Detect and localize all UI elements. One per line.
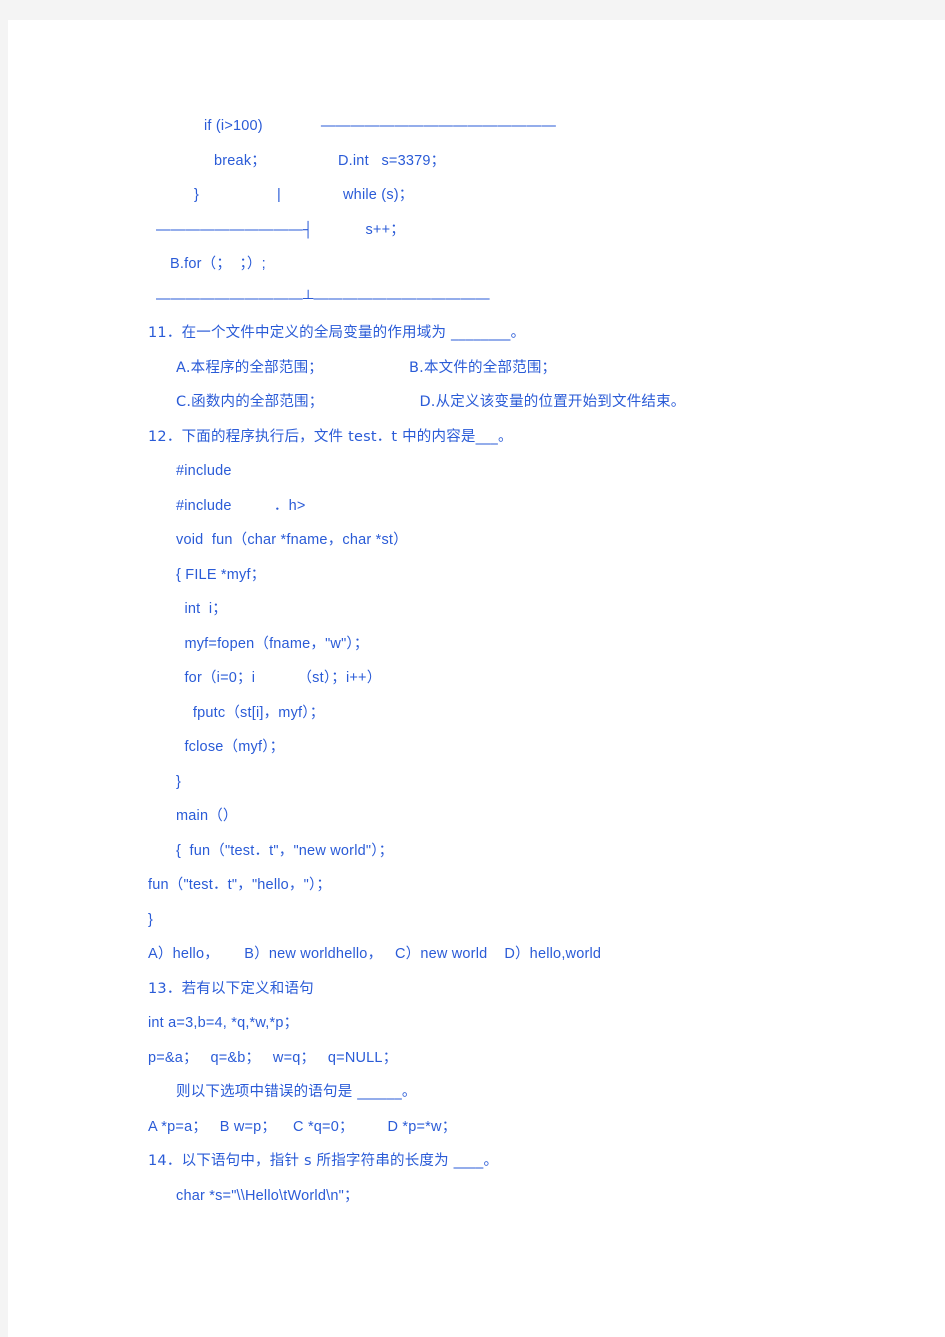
question-14-stem-line: 14．以下语句中，指针 s 所指字符串的长度为 ____。	[8, 1144, 945, 1179]
question-11-option-c[interactable]: C.函数内的全部范围；	[176, 394, 323, 410]
question-12-code-line-9: fclose（myf）；	[176, 739, 285, 755]
question-12-code-line-4: { FILE *myf；	[176, 566, 266, 583]
question-13: 13．若有以下定义和语句 int a=3,b=4, *q,*w,*p； p=&a…	[8, 972, 945, 1145]
fragment-rule-3: ——————————┴————————————	[156, 290, 490, 307]
question-14-stem: 以下语句中，指针 s 所指字符串的长度为 ____。	[181, 1153, 499, 1169]
question-11-options-row-1: A.本程序的全部范围； B.本文件的全部范围；	[8, 351, 945, 386]
fragment-close-brace: }	[194, 187, 200, 203]
fragment-increment-code: s++；	[365, 221, 405, 238]
fragment-line-rule-2: ——————————┤ s++；	[8, 213, 945, 248]
document-page: if (i>100) ———————————————— break； D.int s…	[8, 20, 945, 1337]
question-14: 14．以下语句中，指针 s 所指字符串的长度为 ____。 char *s="\…	[8, 1144, 945, 1213]
question-12: 12．下面的程序执行后，文件 test．t 中的内容是___。 #include…	[8, 420, 945, 972]
fragment-option-b-for: B.for（； ；）;	[170, 256, 266, 272]
question-12-stem-line: 12．下面的程序执行后，文件 test．t 中的内容是___。	[8, 420, 945, 455]
question-12-code-line-8: fputc（st[i]，myf）；	[176, 704, 325, 721]
question-11-stem: 在一个文件中定义的全局变量的作用域为 ________。	[181, 325, 526, 341]
question-12-stem: 下面的程序执行后，文件 test．t 中的内容是___。	[181, 428, 513, 445]
fragment-option-d-int: D.int s=3379；	[337, 152, 446, 169]
question-12-code-line-6: myf=fopen（fname，"w"）；	[176, 635, 369, 652]
question-12-code-line-13: fun（"test．t"，"hello，"）；	[148, 877, 332, 893]
question-11-option-d[interactable]: D.从定义该变量的位置开始到文件结束。	[419, 394, 685, 410]
question-11-options-row-2: C.函数内的全部范围； D.从定义该变量的位置开始到文件结束。	[8, 385, 945, 420]
question-12-options-line[interactable]: A）hello， B）new worldhello， C）new world D…	[8, 937, 945, 972]
code-fragment-block: if (i>100) ———————————————— break； D.int s…	[8, 109, 945, 316]
question-12-code-line-1: #include	[176, 463, 232, 479]
fragment-while-code: while (s)；	[343, 187, 414, 203]
question-14-code-line: char *s="\\Hello\tWorld\n"；	[176, 1187, 359, 1204]
fragment-line-if: if (i>100) ————————————————	[8, 109, 945, 144]
fragment-line-brace: } | while (s)；	[8, 178, 945, 213]
fragment-rule-1: ————————————————	[320, 118, 557, 134]
question-12-code-line-7: for（i=0；i （st）；i++）	[176, 670, 382, 686]
question-12-code-line-14: }	[148, 911, 154, 928]
question-12-number: 12．	[148, 428, 182, 445]
question-11-option-a[interactable]: A.本程序的全部范围；	[176, 360, 323, 376]
document-body: if (i>100) ———————————————— break； D.int s…	[8, 20, 945, 1213]
question-13-stem: 若有以下定义和语句	[181, 980, 314, 997]
fragment-if-code: if (i>100)	[204, 118, 263, 134]
question-12-code-line-12: { fun（"test．t"，"new world"）；	[176, 842, 394, 859]
question-13-code-line-1: int a=3,b=4, *q,*w,*p；	[148, 1015, 299, 1031]
question-12-code-line-10: }	[176, 773, 182, 790]
fragment-break-code: break；	[214, 152, 266, 169]
question-13-prompt: 则以下选项中错误的语句是 ______。	[176, 1084, 417, 1100]
question-11: 11．在一个文件中定义的全局变量的作用域为 ________。 A.本程序的全部…	[8, 316, 945, 420]
fragment-vertical-bar: |	[277, 187, 282, 203]
question-12-code-line-11: main（）	[176, 808, 238, 824]
question-11-option-b[interactable]: B.本文件的全部范围；	[409, 360, 556, 376]
fragment-line-break: break； D.int s=3379；	[8, 144, 945, 179]
question-11-number: 11．	[148, 325, 182, 341]
question-12-code-line-3: void fun（char *fname，char *st）	[176, 532, 408, 548]
question-13-number: 13．	[148, 980, 182, 997]
question-12-code-line-2: #include ．h>	[176, 497, 306, 514]
question-13-stem-line: 13．若有以下定义和语句	[8, 972, 945, 1007]
question-12-code-line-5: int i；	[176, 601, 227, 617]
question-14-number: 14．	[148, 1153, 182, 1169]
top-spacer	[8, 20, 945, 109]
fragment-rule-2: ——————————┤	[156, 221, 314, 238]
question-13-code-line-2: p=&a； q=&b； w=q； q=NULL；	[148, 1049, 398, 1066]
fragment-line-rule-3: ——————————┴————————————	[8, 282, 945, 317]
question-13-options-line[interactable]: A *p=a； B w=p； C *q=0； D *p=*w；	[8, 1110, 945, 1145]
fragment-line-for: B.for（； ；）;	[8, 247, 945, 282]
question-11-stem-line: 11．在一个文件中定义的全局变量的作用域为 ________。	[8, 316, 945, 351]
